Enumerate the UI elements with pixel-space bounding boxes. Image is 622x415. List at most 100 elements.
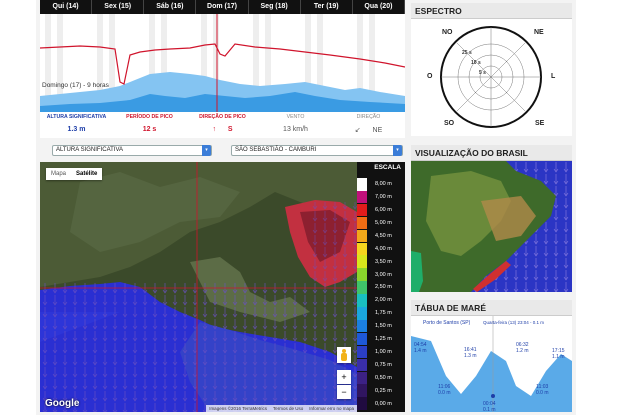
scale-level: 2,50 m xyxy=(357,281,405,294)
spectrum-polar-plot xyxy=(440,26,542,128)
brazil-map[interactable] xyxy=(411,161,572,292)
high-tide-mark: 04:54 1.4 m xyxy=(414,342,427,354)
day-tab[interactable]: Dom (17) xyxy=(196,0,249,14)
high-tide-mark: 06:32 1.2 m xyxy=(516,342,529,354)
stat-label: PERÍODO DE PICO xyxy=(126,114,173,120)
day-tab[interactable]: Seg (18) xyxy=(249,0,301,14)
low-tide-mark: 00:04 0.1 m xyxy=(483,401,496,413)
scale-swatch xyxy=(357,229,367,243)
scale-label: 0,25 m xyxy=(375,387,392,394)
compass-o: O xyxy=(427,73,433,80)
wind-direction-value: ↙ NE xyxy=(354,127,383,134)
scale-title: ESCALA xyxy=(374,164,401,171)
scale-level: 3,50 m xyxy=(357,255,405,268)
scale-level: 7,00 m xyxy=(357,190,405,204)
scale-level: 6,00 m xyxy=(357,203,405,217)
scale-level: 1,50 m xyxy=(357,319,405,333)
scale-level: 0,25 m xyxy=(357,384,405,397)
scale-label: 5,00 m xyxy=(375,219,392,226)
ring-label: 5 s xyxy=(479,70,486,76)
cursor-label: Domingo (17) - 9 horas xyxy=(42,82,110,89)
scale-swatch xyxy=(357,268,367,281)
scale-level: 0,00 m xyxy=(357,397,405,410)
scale-swatch xyxy=(357,319,367,333)
spectrum-title: ESPECTRO xyxy=(411,3,572,19)
zoom-out-button[interactable]: − xyxy=(337,385,351,399)
compass-ne: NE xyxy=(534,29,544,36)
stat-label: ALTURA SIGNIFICATIVA xyxy=(46,114,107,120)
day-tab[interactable]: Sáb (16) xyxy=(144,0,197,14)
scale-swatch xyxy=(357,384,367,397)
wave-forecast-chart[interactable]: Domingo (17) - 9 horas xyxy=(40,14,405,112)
ring-label: 25 s xyxy=(462,50,472,56)
scale-label: 8,00 m xyxy=(375,181,392,188)
ring-label: 10 s xyxy=(471,60,481,66)
stats-values: 1.3 m 12 s ↑ S 13 km/h ↙ NE xyxy=(40,126,405,137)
pegman-icon[interactable] xyxy=(337,347,351,363)
stats-labels: ALTURA SIGNIFICATIVA PERÍODO DE PICO DIR… xyxy=(40,114,405,124)
tide-chart[interactable] xyxy=(411,316,572,412)
day-strip: Qui (14) Sex (15) Sáb (16) Dom (17) Seg … xyxy=(40,0,405,14)
scale-swatch xyxy=(357,307,367,320)
scale-swatch xyxy=(357,332,367,346)
brazil-title: VISUALIZAÇÃO DO BRASIL xyxy=(411,145,572,161)
scale-level: 1,25 m xyxy=(357,332,405,346)
low-tide-mark: 11:06 0.0 m xyxy=(438,384,451,396)
scale-label: 3,00 m xyxy=(375,271,392,278)
scale-label: 6,00 m xyxy=(375,207,392,214)
scale-label: 7,00 m xyxy=(375,194,392,201)
significant-height-value: 1.3 m xyxy=(67,126,86,133)
terms-link[interactable]: Termos de Uso xyxy=(273,406,303,411)
tide-title: TÁBUA DE MARÉ xyxy=(411,300,572,316)
compass-no: NO xyxy=(442,29,453,36)
map-canvas xyxy=(40,162,357,412)
port-name: Porto de Santos (SP) xyxy=(423,320,471,326)
low-tide-mark: 11:03 0.0 m xyxy=(536,384,549,396)
satellite-map[interactable]: Mapa Satélite + − Google Imagens ©2016 T… xyxy=(40,162,357,412)
parameter-select[interactable]: ALTURA SIGNIFICATIVA ▾ xyxy=(52,145,212,156)
day-tab[interactable]: Qui (14) xyxy=(40,0,93,14)
stat-label: DIREÇÃO xyxy=(356,114,381,120)
peak-period-value: 12 s xyxy=(142,126,157,133)
report-error-link[interactable]: Informar erro no mapa xyxy=(309,406,354,411)
imagery-credit: Imagens ©2016 TerraMetrics xyxy=(209,406,267,411)
color-scale: ESCALA 8,00 m 7,00 m 6,00 m 5,00 m 4,50 m 4,0… xyxy=(357,162,405,412)
brazil-panel: VISUALIZAÇÃO DO BRASIL xyxy=(411,145,572,292)
google-logo: Google xyxy=(45,398,80,409)
scale-level: 4,00 m xyxy=(357,242,405,255)
map-tab[interactable]: Mapa xyxy=(46,168,71,180)
scale-swatch xyxy=(357,190,367,204)
scale-swatch xyxy=(357,371,367,384)
forecast-panel: Qui (14) Sex (15) Sáb (16) Dom (17) Seg … xyxy=(40,0,405,138)
satellite-tab[interactable]: Satélite xyxy=(71,168,102,180)
scale-swatch xyxy=(357,216,367,230)
zoom-in-button[interactable]: + xyxy=(337,370,351,384)
peak-direction-value: ↑ S xyxy=(212,126,233,133)
map-attribution: Imagens ©2016 TerraMetrics Termos de Uso… xyxy=(206,405,357,412)
scale-level: 2,00 m xyxy=(357,294,405,307)
scale-swatch xyxy=(357,242,367,255)
stat-label: DIREÇÃO DE PICO xyxy=(199,114,246,120)
day-tab[interactable]: Ter (19) xyxy=(301,0,353,14)
wind-arrow-icon: ↙ xyxy=(354,127,361,134)
scale-level: 0,75 m xyxy=(357,358,405,372)
scale-level: 1,75 m xyxy=(357,307,405,320)
tide-panel: TÁBUA DE MARÉ Porto de Santos (SP) Quart… xyxy=(411,300,572,413)
scale-label: 3,50 m xyxy=(375,258,392,265)
scale-level: 1,00 m xyxy=(357,345,405,359)
spectrum-panel: ESPECTRO NO NE O L SO SE 25 s 10 s 5 s xyxy=(411,3,572,136)
scale-swatch xyxy=(357,203,367,217)
scale-level: 4,50 m xyxy=(357,229,405,243)
scale-label: 0,75 m xyxy=(375,361,392,368)
scale-swatch xyxy=(357,397,367,410)
location-select[interactable]: SÃO SEBASTIÃO - CAMBURI ▾ xyxy=(231,145,403,156)
day-tab[interactable]: Qua (20) xyxy=(353,0,405,14)
day-tab[interactable]: Sex (15) xyxy=(92,0,145,14)
scale-level: 3,00 m xyxy=(357,268,405,281)
scale-label: 1,50 m xyxy=(375,323,392,330)
stat-label: VENTO xyxy=(286,114,305,120)
chevron-down-icon: ▾ xyxy=(393,145,402,156)
scale-label: 2,50 m xyxy=(375,284,392,291)
red-arrow-icon: ↑ xyxy=(212,126,216,133)
compass-se: SE xyxy=(535,120,545,127)
